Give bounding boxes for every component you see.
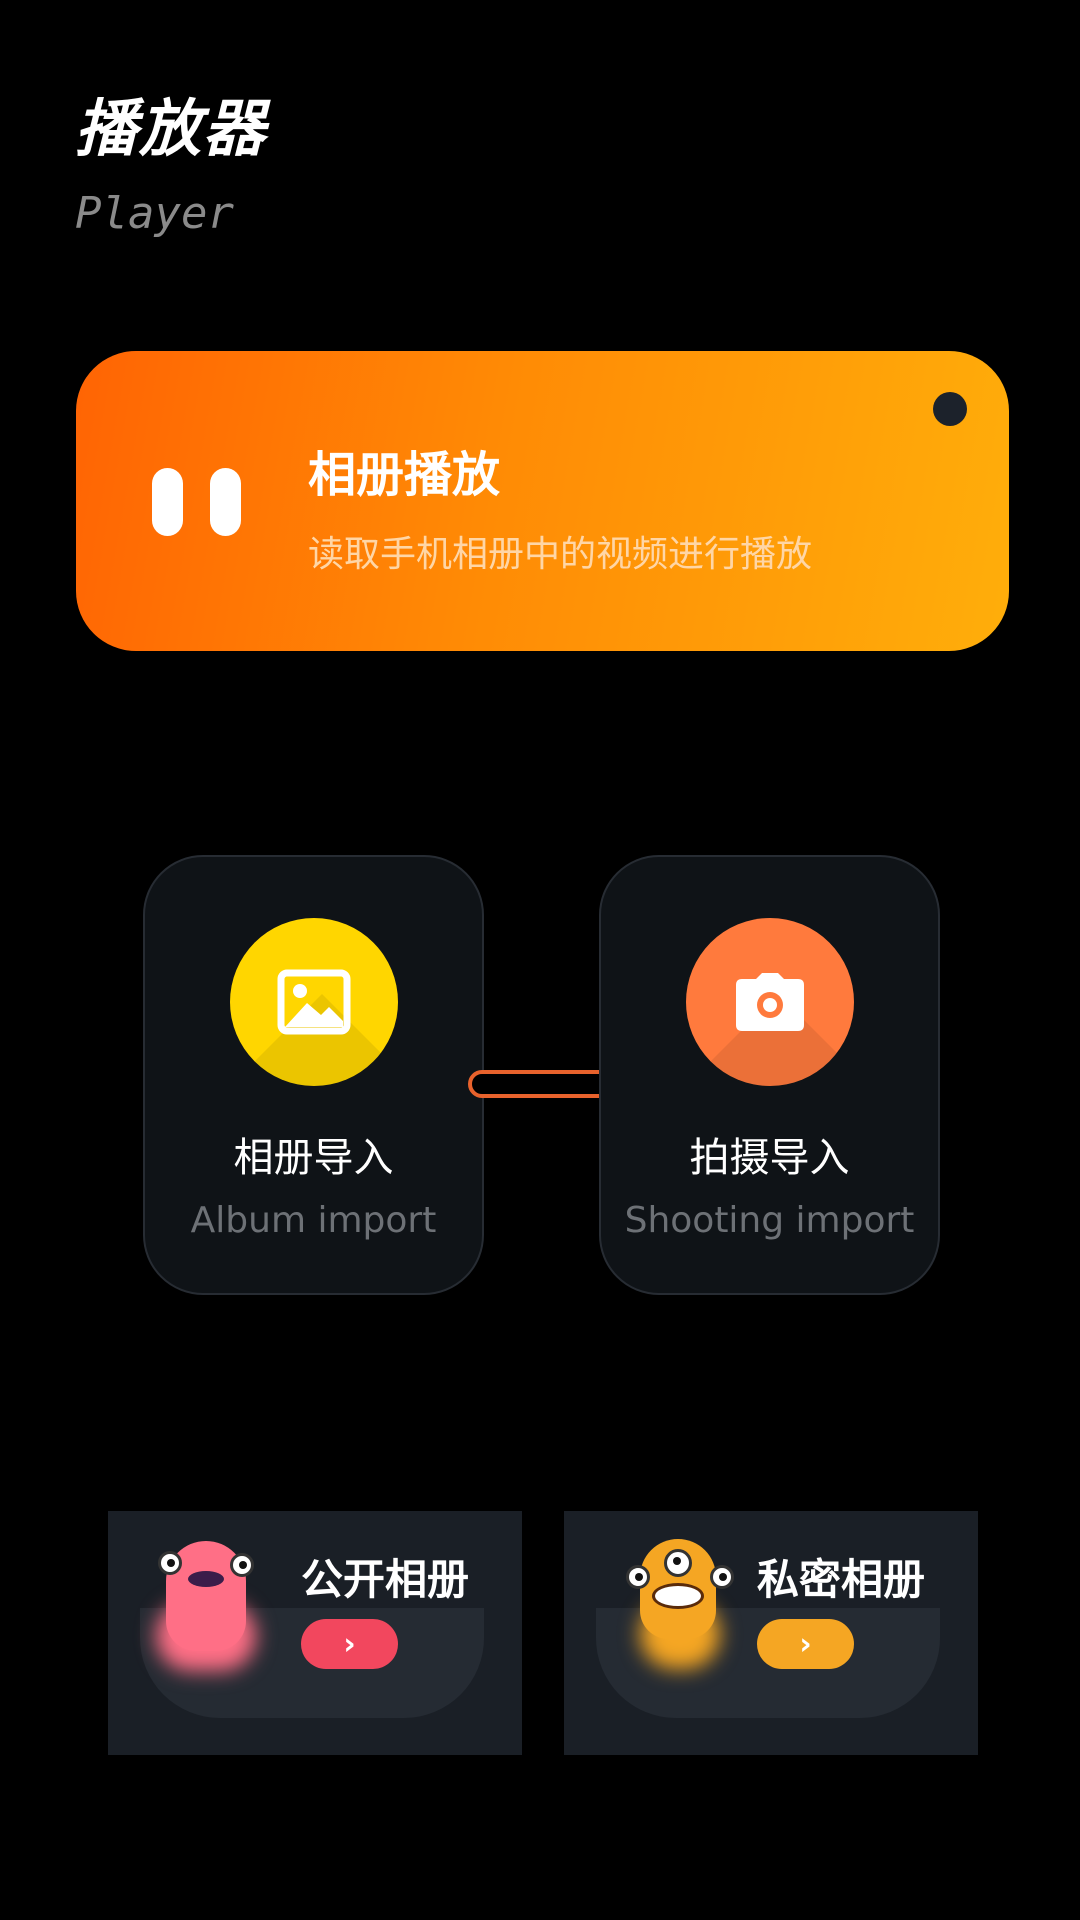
link-connector xyxy=(468,1070,616,1098)
private-album-enter-button[interactable]: › xyxy=(757,1619,854,1669)
private-album-title: 私密相册 xyxy=(757,1555,926,1604)
shooting-import-card[interactable]: 拍摄导入 Shooting import xyxy=(599,855,940,1295)
shooting-import-subtitle: Shooting import xyxy=(624,1200,915,1241)
banner-title: 相册播放 xyxy=(308,447,501,503)
public-album-title: 公开相册 xyxy=(301,1555,470,1604)
pause-icon xyxy=(152,468,241,536)
public-album-enter-button[interactable]: › xyxy=(301,1619,398,1669)
album-import-card[interactable]: 相册导入 Album import xyxy=(143,855,484,1295)
private-album-card[interactable]: 私密相册 › xyxy=(564,1511,978,1755)
album-import-title: 相册导入 xyxy=(233,1135,394,1181)
chevron-right-icon: › xyxy=(799,1626,812,1662)
banner-description: 读取手机相册中的视频进行播放 xyxy=(308,534,813,575)
page-title: 播放器 xyxy=(75,92,268,165)
camera-icon xyxy=(686,918,854,1086)
shooting-import-title: 拍摄导入 xyxy=(689,1135,850,1181)
image-icon xyxy=(230,918,398,1086)
album-import-subtitle: Album import xyxy=(190,1200,437,1241)
album-play-banner[interactable]: 相册播放 读取手机相册中的视频进行播放 xyxy=(76,351,1009,651)
page-subtitle: Player xyxy=(75,188,234,239)
public-album-card[interactable]: 公开相册 › xyxy=(108,1511,522,1755)
chevron-right-icon: › xyxy=(343,1626,356,1662)
indicator-dot xyxy=(933,392,967,426)
